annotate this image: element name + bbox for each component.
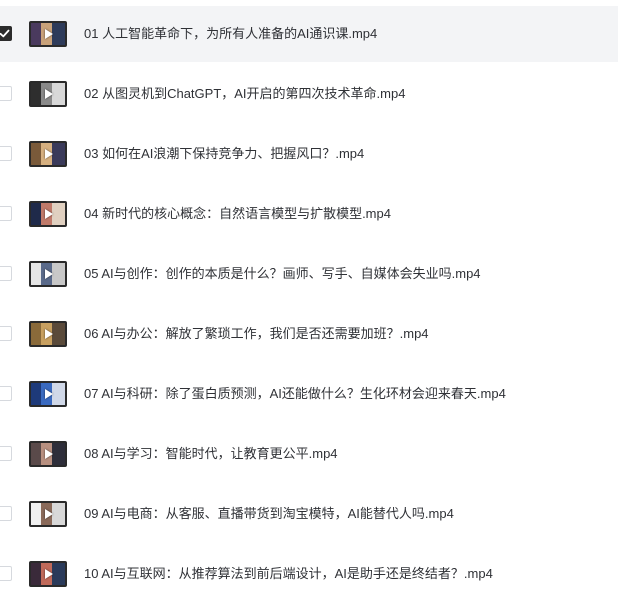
- file-name[interactable]: 05 AI与创作：创作的本质是什么？画师、写手、自媒体会失业吗.mp4: [84, 265, 481, 283]
- play-icon: [45, 269, 53, 279]
- file-checkbox[interactable]: [0, 446, 12, 461]
- file-row[interactable]: 04 新时代的核心概念：自然语言模型与扩散模型.mp4: [0, 186, 618, 242]
- file-checkbox[interactable]: [0, 26, 12, 41]
- play-icon: [45, 89, 53, 99]
- file-name[interactable]: 09 AI与电商：从客服、直播带货到淘宝模特，AI能替代人吗.mp4: [84, 505, 454, 523]
- file-checkbox[interactable]: [0, 86, 12, 101]
- file-name[interactable]: 06 AI与办公：解放了繁琐工作，我们是否还需要加班？.mp4: [84, 325, 429, 343]
- file-row[interactable]: 06 AI与办公：解放了繁琐工作，我们是否还需要加班？.mp4: [0, 306, 618, 362]
- play-icon: [45, 509, 53, 519]
- play-icon: [45, 449, 53, 459]
- file-row[interactable]: 02 从图灵机到ChatGPT，AI开启的第四次技术革命.mp4: [0, 66, 618, 122]
- file-checkbox[interactable]: [0, 386, 12, 401]
- check-icon: [0, 29, 10, 38]
- play-icon: [45, 29, 53, 39]
- video-thumbnail[interactable]: [29, 21, 67, 47]
- file-row[interactable]: 10 AI与互联网：从推荐算法到前后端设计，AI是助手还是终结者？.mp4: [0, 546, 618, 602]
- file-name[interactable]: 02 从图灵机到ChatGPT，AI开启的第四次技术革命.mp4: [84, 85, 405, 103]
- file-row[interactable]: 05 AI与创作：创作的本质是什么？画师、写手、自媒体会失业吗.mp4: [0, 246, 618, 302]
- file-name[interactable]: 08 AI与学习：智能时代，让教育更公平.mp4: [84, 445, 338, 463]
- file-name[interactable]: 01 人工智能革命下，为所有人准备的AI通识课.mp4: [84, 25, 377, 43]
- video-thumbnail[interactable]: [29, 381, 67, 407]
- file-checkbox[interactable]: [0, 146, 12, 161]
- file-checkbox[interactable]: [0, 206, 12, 221]
- file-row[interactable]: 09 AI与电商：从客服、直播带货到淘宝模特，AI能替代人吗.mp4: [0, 486, 618, 542]
- file-name[interactable]: 10 AI与互联网：从推荐算法到前后端设计，AI是助手还是终结者？.mp4: [84, 565, 493, 583]
- video-thumbnail[interactable]: [29, 441, 67, 467]
- file-name[interactable]: 07 AI与科研：除了蛋白质预测，AI还能做什么？生化环材会迎来春天.mp4: [84, 385, 506, 403]
- video-thumbnail[interactable]: [29, 501, 67, 527]
- file-row[interactable]: 01 人工智能革命下，为所有人准备的AI通识课.mp4: [0, 6, 618, 62]
- file-row[interactable]: 03 如何在AI浪潮下保持竞争力、把握风口？.mp4: [0, 126, 618, 182]
- play-icon: [45, 389, 53, 399]
- video-thumbnail[interactable]: [29, 81, 67, 107]
- video-thumbnail[interactable]: [29, 561, 67, 587]
- file-name[interactable]: 03 如何在AI浪潮下保持竞争力、把握风口？.mp4: [84, 145, 364, 163]
- play-icon: [45, 569, 53, 579]
- video-thumbnail[interactable]: [29, 321, 67, 347]
- file-checkbox[interactable]: [0, 506, 12, 521]
- file-row[interactable]: 07 AI与科研：除了蛋白质预测，AI还能做什么？生化环材会迎来春天.mp4: [0, 366, 618, 422]
- file-list: 01 人工智能革命下，为所有人准备的AI通识课.mp4 02 从图灵机到ChatG…: [0, 6, 618, 599]
- file-row[interactable]: 08 AI与学习：智能时代，让教育更公平.mp4: [0, 426, 618, 482]
- file-checkbox[interactable]: [0, 566, 12, 581]
- play-icon: [45, 209, 53, 219]
- video-thumbnail[interactable]: [29, 201, 67, 227]
- video-thumbnail[interactable]: [29, 141, 67, 167]
- file-checkbox[interactable]: [0, 326, 12, 341]
- file-name[interactable]: 04 新时代的核心概念：自然语言模型与扩散模型.mp4: [84, 205, 391, 223]
- play-icon: [45, 329, 53, 339]
- video-thumbnail[interactable]: [29, 261, 67, 287]
- file-checkbox[interactable]: [0, 266, 12, 281]
- play-icon: [45, 149, 53, 159]
